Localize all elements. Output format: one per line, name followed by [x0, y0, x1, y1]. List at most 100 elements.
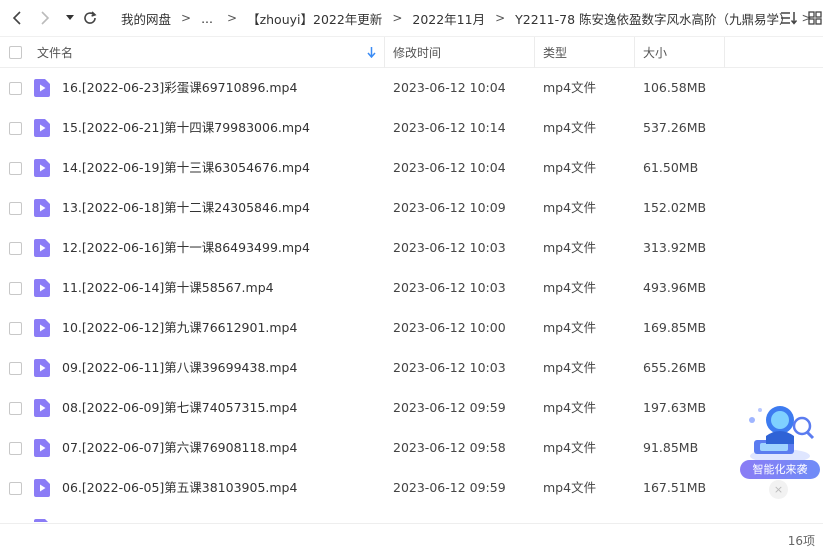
- video-file-icon: [34, 479, 50, 497]
- file-type: mp4文件: [543, 120, 597, 135]
- assistant-label[interactable]: 智能化来袭: [740, 460, 820, 479]
- table-row[interactable]: 10.[2022-06-12]第九课76612901.mp4 2023-06-1…: [0, 308, 823, 348]
- file-modified-time: 2023-06-12 10:04: [393, 160, 506, 175]
- file-size: 655.26MB: [643, 360, 707, 375]
- column-divider[interactable]: [724, 37, 725, 68]
- select-all-checkbox[interactable]: [9, 46, 22, 59]
- row-checkbox[interactable]: [9, 482, 22, 495]
- file-size: 313.92MB: [643, 240, 707, 255]
- sort-arrow-down-icon: [367, 47, 376, 58]
- breadcrumb-item-month[interactable]: 2022年11月: [412, 9, 485, 28]
- file-modified-time: 2023-06-12 10:14: [393, 120, 506, 135]
- file-modified-time: 2023-06-12 09:59: [393, 480, 506, 495]
- file-name[interactable]: 10.[2022-06-12]第九课76612901.mp4: [62, 308, 297, 348]
- row-checkbox[interactable]: [9, 322, 22, 335]
- column-header-modified[interactable]: 修改时间: [393, 37, 441, 68]
- file-modified-time: 2023-06-12 09:59: [393, 400, 506, 415]
- breadcrumb-separator: >: [495, 11, 506, 25]
- file-type: mp4文件: [543, 280, 597, 295]
- breadcrumb: 我的网盘 > ... > 【zhouyi】2022年更新 > 2022年11月 …: [121, 0, 822, 36]
- file-type: mp4文件: [543, 240, 597, 255]
- close-assistant-button[interactable]: ×: [769, 480, 788, 499]
- table-row[interactable]: 11.[2022-06-14]第十课58567.mp4 2023-06-12 1…: [0, 268, 823, 308]
- file-size: 152.02MB: [643, 200, 707, 215]
- row-checkbox[interactable]: [9, 82, 22, 95]
- table-row[interactable]: 12.[2022-06-16]第十一课86493499.mp4 2023-06-…: [0, 228, 823, 268]
- file-type: mp4文件: [543, 160, 597, 175]
- breadcrumb-item-folder[interactable]: 【zhouyi】2022年更新: [247, 9, 382, 28]
- file-type: mp4文件: [543, 400, 597, 415]
- breadcrumb-item-root[interactable]: 我的网盘: [121, 9, 171, 28]
- row-checkbox[interactable]: [9, 402, 22, 415]
- breadcrumb-item-ellipsis[interactable]: ...: [201, 11, 213, 26]
- video-file-icon: [34, 239, 50, 257]
- breadcrumb-item-current[interactable]: Y2211-78 陈安逸依盈数字风水高阶（九鼎易学）: [515, 9, 791, 28]
- refresh-button[interactable]: [81, 8, 99, 28]
- chevron-left-icon: [12, 11, 21, 25]
- file-modified-time: 2023-06-12 10:09: [393, 200, 506, 215]
- robot-assistant-icon: [749, 406, 815, 463]
- file-size: 167.51MB: [643, 480, 707, 495]
- file-size: 197.63MB: [643, 400, 707, 415]
- file-name[interactable]: 14.[2022-06-19]第十三课63054676.mp4: [62, 148, 310, 188]
- table-row[interactable]: 07.[2022-06-07]第六课76908118.mp4 2023-06-1…: [0, 428, 823, 468]
- sort-indicator[interactable]: [367, 37, 376, 68]
- table-row[interactable]: 09.[2022-06-11]第八课39699438.mp4 2023-06-1…: [0, 348, 823, 388]
- column-header-type[interactable]: 类型: [543, 37, 567, 68]
- table-row[interactable]: 06.[2022-06-05]第五课38103905.mp4 2023-06-1…: [0, 468, 823, 508]
- file-name[interactable]: 11.[2022-06-14]第十课58567.mp4: [62, 268, 274, 308]
- file-name[interactable]: 09.[2022-06-11]第八课39699438.mp4: [62, 348, 297, 388]
- video-file-icon: [34, 79, 50, 97]
- item-count: 16项: [787, 534, 815, 548]
- row-checkbox[interactable]: [9, 242, 22, 255]
- chevron-right-icon: [41, 11, 50, 25]
- smart-assistant-widget[interactable]: 智能化来袭: [738, 400, 822, 482]
- table-row[interactable]: 08.[2022-06-09]第七课74057315.mp4 2023-06-1…: [0, 388, 823, 428]
- table-row[interactable]: 15.[2022-06-21]第十四课79983006.mp4 2023-06-…: [0, 108, 823, 148]
- table-row[interactable]: 13.[2022-06-18]第十二课24305846.mp4 2023-06-…: [0, 188, 823, 228]
- back-button[interactable]: [8, 8, 26, 28]
- history-dropdown-button[interactable]: [61, 8, 79, 28]
- grid-view-button[interactable]: [805, 8, 823, 28]
- file-modified-time: 2023-06-12 10:04: [393, 80, 506, 95]
- table-row[interactable]: 16.[2022-06-23]彩蛋课69710896.mp4 2023-06-1…: [0, 68, 823, 108]
- table-row[interactable]: 14.[2022-06-19]第十三课63054676.mp4 2023-06-…: [0, 148, 823, 188]
- column-divider[interactable]: [634, 37, 635, 68]
- file-name[interactable]: 08.[2022-06-09]第七课74057315.mp4: [62, 388, 297, 428]
- row-checkbox[interactable]: [9, 282, 22, 295]
- row-checkbox[interactable]: [9, 202, 22, 215]
- video-file-icon: [34, 399, 50, 417]
- column-divider[interactable]: [534, 37, 535, 68]
- file-size: 61.50MB: [643, 160, 699, 175]
- file-modified-time: 2023-06-12 10:03: [393, 360, 506, 375]
- file-name[interactable]: 13.[2022-06-18]第十二课24305846.mp4: [62, 188, 310, 228]
- file-name[interactable]: 06.[2022-06-05]第五课38103905.mp4: [62, 468, 297, 508]
- grid-view-icon: [808, 11, 822, 25]
- video-file-icon: [34, 279, 50, 297]
- file-name[interactable]: 07.[2022-06-07]第六课76908118.mp4: [62, 428, 297, 468]
- column-header-size[interactable]: 大小: [643, 37, 667, 68]
- column-divider[interactable]: [384, 37, 385, 68]
- breadcrumb-separator: >: [392, 11, 403, 25]
- file-modified-time: 2023-06-12 10:03: [393, 280, 506, 295]
- row-checkbox[interactable]: [9, 362, 22, 375]
- forward-button[interactable]: [36, 8, 54, 28]
- sort-options-button[interactable]: [779, 8, 799, 28]
- row-checkbox[interactable]: [9, 442, 22, 455]
- caret-down-icon: [66, 15, 74, 20]
- file-size: 537.26MB: [643, 120, 707, 135]
- column-header-name[interactable]: 文件名: [37, 37, 73, 68]
- file-name[interactable]: 12.[2022-06-16]第十一课86493499.mp4: [62, 228, 310, 268]
- table-row-partial[interactable]: [0, 508, 823, 522]
- file-modified-time: 2023-06-12 10:00: [393, 320, 506, 335]
- file-size: 169.85MB: [643, 320, 707, 335]
- row-checkbox[interactable]: [9, 162, 22, 175]
- row-checkbox[interactable]: [9, 122, 22, 135]
- file-name[interactable]: 16.[2022-06-23]彩蛋课69710896.mp4: [62, 68, 297, 108]
- file-name[interactable]: 15.[2022-06-21]第十四课79983006.mp4: [62, 108, 310, 148]
- video-file-icon: [34, 199, 50, 217]
- status-bar: 16项: [0, 523, 823, 551]
- file-size: 106.58MB: [643, 80, 707, 95]
- video-file-icon: [34, 119, 50, 137]
- file-list: 16.[2022-06-23]彩蛋课69710896.mp4 2023-06-1…: [0, 68, 823, 522]
